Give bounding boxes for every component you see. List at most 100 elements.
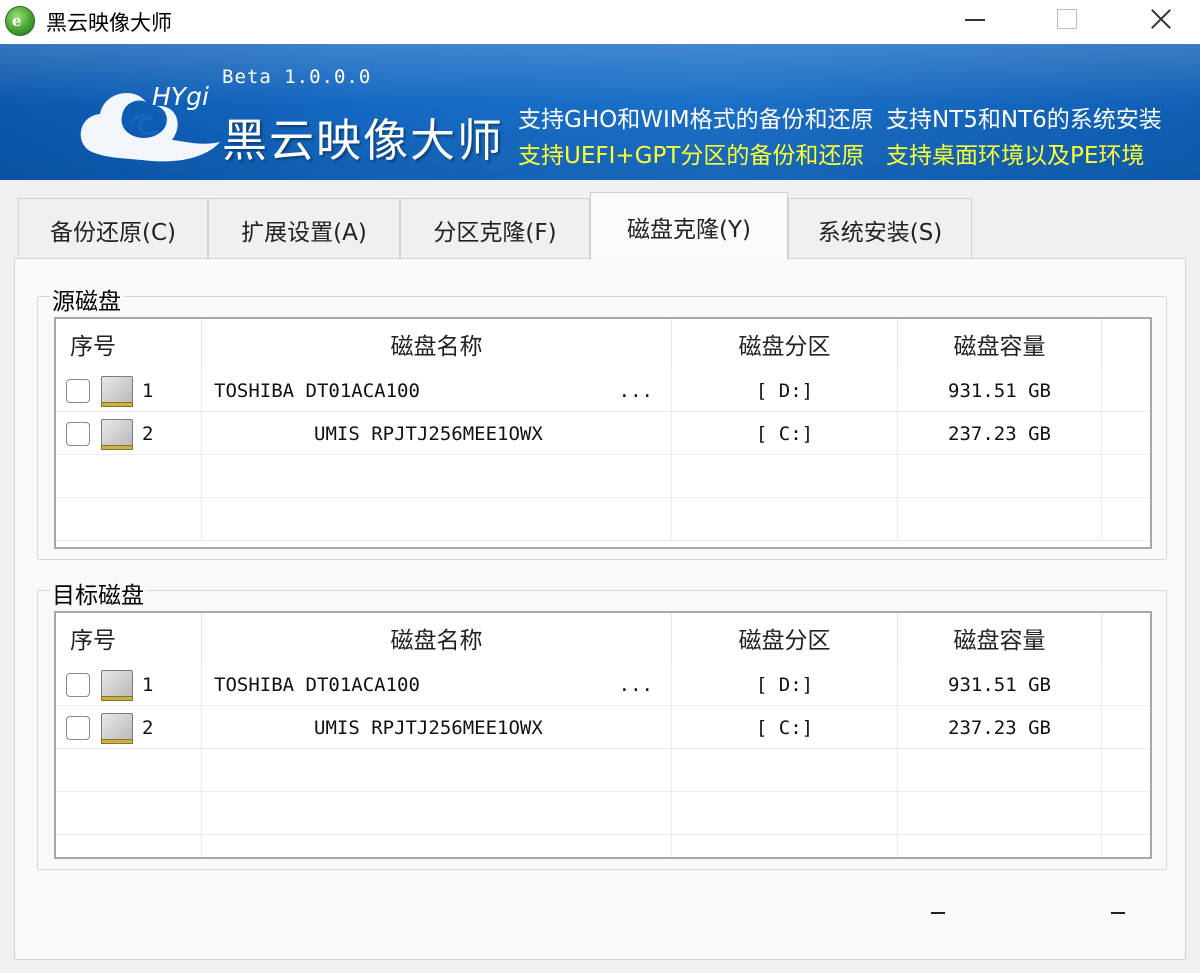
- empty-row: [56, 749, 1150, 792]
- close-icon: [1149, 7, 1173, 31]
- tab-backup-restore[interactable]: 备份还原(C): [18, 198, 208, 260]
- app-icon[interactable]: e: [5, 6, 35, 36]
- empty-cell: [672, 455, 898, 498]
- empty-cell: [56, 749, 202, 792]
- disk-checkbox[interactable]: [66, 378, 90, 403]
- empty-row: [56, 455, 1150, 498]
- col-header-index[interactable]: 序号: [56, 613, 202, 663]
- brand-hygi: HYgi: [152, 82, 209, 111]
- disk-index: 1: [142, 673, 154, 696]
- maximize-button[interactable]: [1044, 0, 1090, 38]
- col-header-index[interactable]: 序号: [56, 319, 202, 369]
- empty-cell: [898, 835, 1102, 857]
- hard-disk-icon: [100, 711, 134, 745]
- title-bar: e 黑云映像大师: [0, 0, 1200, 44]
- disk-index: 2: [142, 716, 154, 739]
- empty-cell: [672, 792, 898, 835]
- minimize-button[interactable]: [952, 0, 998, 38]
- cell-disk-name: UMIS RPJTJ256MEE1OWX: [202, 706, 672, 749]
- empty-row: [56, 498, 1150, 541]
- disk-name: TOSHIBA DT01ACA100: [214, 379, 420, 402]
- feature-nt5-nt6: 支持NT5和NT6的系统安装: [886, 107, 1162, 133]
- disk-checkbox[interactable]: [66, 715, 90, 740]
- table-row[interactable]: 2 UMIS RPJTJ256MEE1OWX [ C:] 237.23 GB: [56, 706, 1150, 749]
- tab-system-install[interactable]: 系统安装(S): [788, 198, 972, 260]
- empty-cell: [898, 749, 1102, 792]
- cell-capacity: 931.51 GB: [898, 369, 1102, 412]
- empty-cell: [202, 792, 672, 835]
- cell-index: 1: [56, 663, 202, 706]
- tab-extended-settings[interactable]: 扩展设置(A): [208, 198, 400, 260]
- empty-cell: [56, 792, 202, 835]
- table-row[interactable]: 1 TOSHIBA DT01ACA100 ... [ D:] 931.51 GB: [56, 663, 1150, 706]
- maximize-icon: [1057, 9, 1077, 29]
- tab-partition-clone[interactable]: 分区克隆(F): [400, 198, 590, 260]
- cell-disk-name: TOSHIBA DT01ACA100 ...: [202, 663, 672, 706]
- feature-desktop-pe: 支持桌面环境以及PE环境: [886, 143, 1145, 169]
- table-row[interactable]: 1 TOSHIBA DT01ACA100 ... [ D:] 931.51 GB: [56, 369, 1150, 412]
- banner: HYgi Beta 1.0.0.0 黑云映像大师 支持GHO和WIM格式的备份和…: [0, 44, 1200, 180]
- disk-name-ellipsis: ...: [618, 673, 653, 696]
- cell-index: 2: [56, 706, 202, 749]
- brand-name: 黑云映像大师: [222, 114, 505, 167]
- close-button[interactable]: [1138, 0, 1184, 38]
- tab-panel-disk-clone: 源磁盘 序号 磁盘名称 磁盘分区 磁盘容量 1 TOSHIBA DT01ACA1…: [14, 258, 1186, 960]
- hard-disk-icon: [100, 374, 134, 408]
- cell-disk-name: TOSHIBA DT01ACA100 ...: [202, 369, 672, 412]
- status-dash-left: -: [931, 912, 945, 914]
- col-header-capacity[interactable]: 磁盘容量: [898, 613, 1102, 663]
- disk-name: TOSHIBA DT01ACA100: [214, 673, 420, 696]
- target-disk-list[interactable]: 序号 磁盘名称 磁盘分区 磁盘容量 1 TOSHIBA DT01ACA100 .…: [54, 611, 1152, 859]
- col-header-partition[interactable]: 磁盘分区: [672, 319, 898, 369]
- disk-name-ellipsis: ...: [618, 379, 653, 402]
- empty-cell: [672, 749, 898, 792]
- empty-row: [56, 792, 1150, 835]
- disk-checkbox[interactable]: [66, 421, 90, 446]
- cell-capacity: 237.23 GB: [898, 706, 1102, 749]
- empty-cell: [672, 835, 898, 857]
- col-header-name[interactable]: 磁盘名称: [202, 319, 672, 369]
- minimize-icon: [965, 19, 985, 21]
- disk-index: 2: [142, 422, 154, 445]
- disk-index: 1: [142, 379, 154, 402]
- source-disk-group: 源磁盘 序号 磁盘名称 磁盘分区 磁盘容量 1 TOSHIBA DT01ACA1…: [37, 282, 1167, 560]
- disk-checkbox[interactable]: [66, 672, 90, 697]
- empty-cell: [56, 835, 202, 857]
- feature-gho-wim: 支持GHO和WIM格式的备份和还原: [518, 107, 874, 133]
- cell-capacity: 931.51 GB: [898, 663, 1102, 706]
- empty-cell: [202, 835, 672, 857]
- target-disk-title: 目标磁盘: [50, 576, 146, 610]
- empty-cell: [56, 455, 202, 498]
- cell-index: 1: [56, 369, 202, 412]
- col-header-partition[interactable]: 磁盘分区: [672, 613, 898, 663]
- cell-partition: [ C:]: [672, 412, 898, 455]
- hard-disk-icon: [100, 668, 134, 702]
- target-disk-group: 目标磁盘 序号 磁盘名称 磁盘分区 磁盘容量 1 TOSHIBA DT01ACA…: [37, 576, 1167, 870]
- table-row[interactable]: 2 UMIS RPJTJ256MEE1OWX [ C:] 237.23 GB: [56, 412, 1150, 455]
- status-dash-right: -: [1111, 912, 1125, 914]
- list-header: 序号 磁盘名称 磁盘分区 磁盘容量: [56, 319, 1150, 369]
- source-disk-title: 源磁盘: [50, 282, 123, 316]
- col-header-name[interactable]: 磁盘名称: [202, 613, 672, 663]
- cell-partition: [ D:]: [672, 369, 898, 412]
- cell-capacity: 237.23 GB: [898, 412, 1102, 455]
- cell-partition: [ C:]: [672, 706, 898, 749]
- hard-disk-icon: [100, 417, 134, 451]
- empty-cell: [898, 455, 1102, 498]
- feature-uefi-gpt: 支持UEFI+GPT分区的备份和还原: [518, 143, 865, 169]
- empty-cell: [202, 455, 672, 498]
- col-header-capacity[interactable]: 磁盘容量: [898, 319, 1102, 369]
- empty-cell: [56, 498, 202, 541]
- empty-cell: [672, 498, 898, 541]
- empty-cell: [202, 498, 672, 541]
- tab-disk-clone[interactable]: 磁盘克隆(Y): [590, 192, 788, 260]
- tab-bar: 备份还原(C) 扩展设置(A) 分区克隆(F) 磁盘克隆(Y) 系统安装(S): [14, 192, 1186, 260]
- disk-name: UMIS RPJTJ256MEE1OWX: [314, 716, 543, 739]
- cell-partition: [ D:]: [672, 663, 898, 706]
- window-title: 黑云映像大师: [46, 11, 172, 35]
- empty-cell: [898, 792, 1102, 835]
- empty-cell: [898, 498, 1102, 541]
- source-disk-list[interactable]: 序号 磁盘名称 磁盘分区 磁盘容量 1 TOSHIBA DT01ACA100 .…: [54, 317, 1152, 549]
- cell-disk-name: UMIS RPJTJ256MEE1OWX: [202, 412, 672, 455]
- version-label: Beta 1.0.0.0: [222, 66, 372, 88]
